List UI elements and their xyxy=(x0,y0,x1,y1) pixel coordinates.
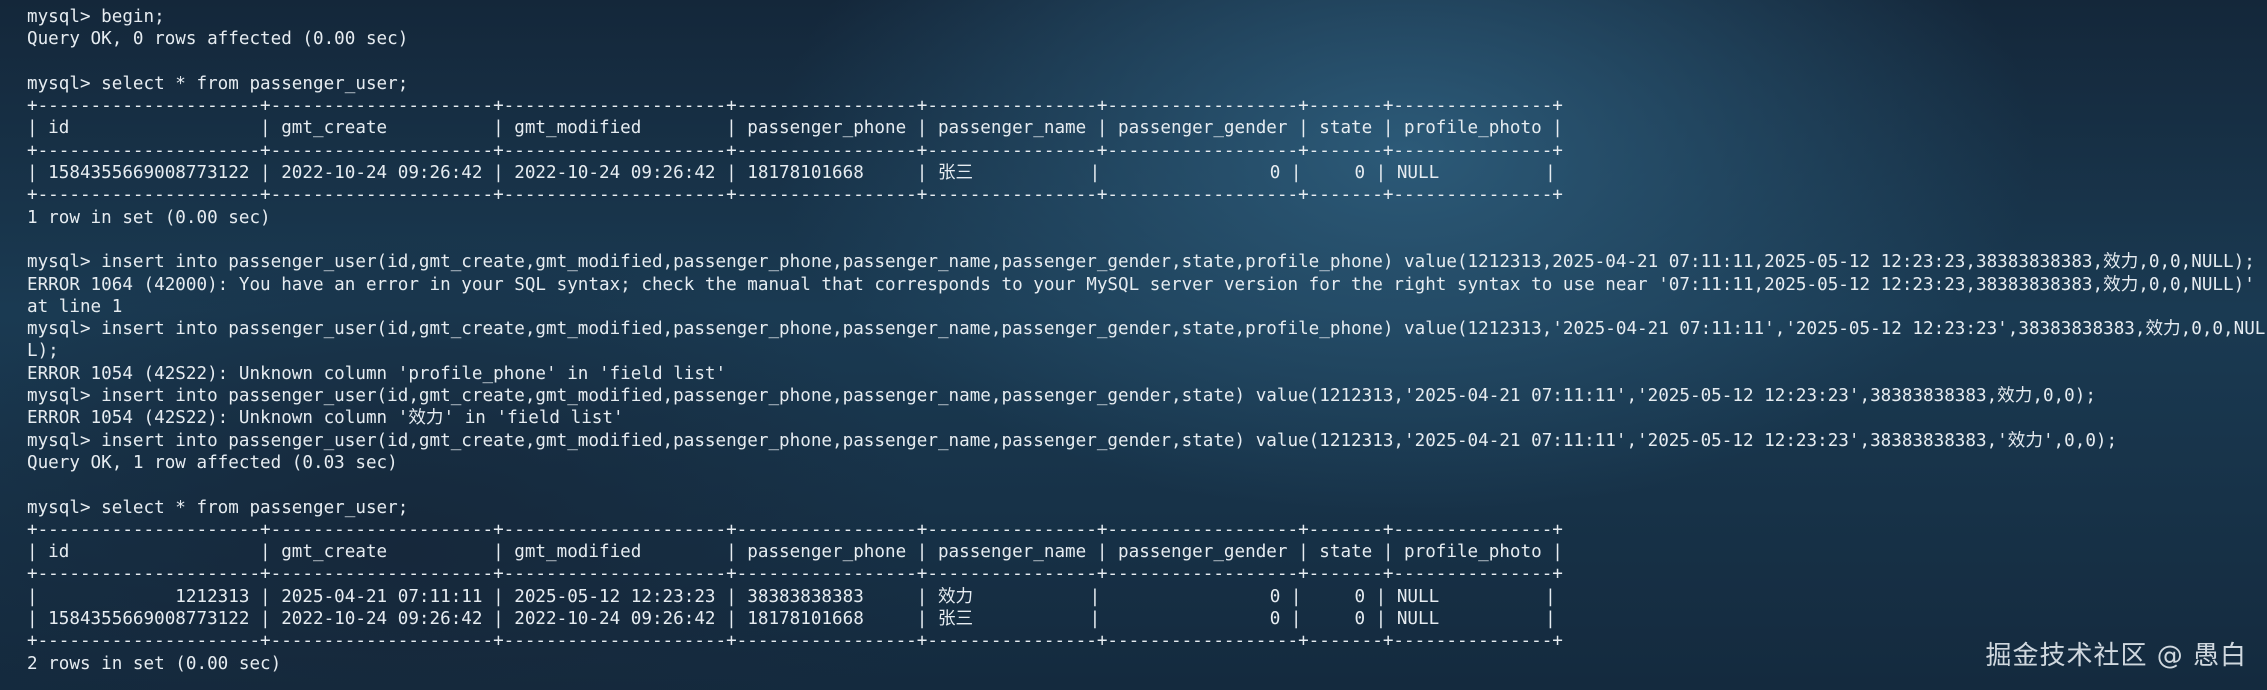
terminal-line: 2 rows in set (0.00 sec) xyxy=(27,653,282,674)
error-line: ERROR 1064 (42000): You have an error in… xyxy=(27,274,2255,295)
terminal-output[interactable]: mysql> begin; Query OK, 0 rows affected … xyxy=(0,0,2267,690)
watermark-text: 掘金技术社区 @ 愚白 xyxy=(1985,641,2247,671)
terminal-line: mysql> insert into passenger_user(id,gmt… xyxy=(27,430,2118,451)
error-line: ERROR 1054 (42S22): Unknown column 'prof… xyxy=(27,363,727,384)
table-row: | 1584355669008773122 | 2022-10-24 09:26… xyxy=(27,609,1556,630)
error-line: ERROR 1054 (42S22): Unknown column '效力' … xyxy=(27,408,624,429)
table-border: +---------------------+-----------------… xyxy=(27,631,1563,652)
table-border: +---------------------+-----------------… xyxy=(27,564,1563,585)
table-header-row: | id | gmt_create | gmt_modified | passe… xyxy=(27,118,1563,139)
terminal-line: 1 row in set (0.00 sec) xyxy=(27,207,271,228)
terminal-line: mysql> select * from passenger_user; xyxy=(27,73,409,94)
terminal-line: mysql> select * from passenger_user; xyxy=(27,497,409,518)
terminal-line: mysql> insert into passenger_user(id,gmt… xyxy=(27,319,2266,340)
table-row: | 1584355669008773122 | 2022-10-24 09:26… xyxy=(27,163,1556,184)
terminal-line: Query OK, 0 rows affected (0.00 sec) xyxy=(27,29,409,50)
table-border: +---------------------+-----------------… xyxy=(27,519,1563,540)
terminal-line: Query OK, 1 row affected (0.03 sec) xyxy=(27,452,398,473)
terminal-line: mysql> insert into passenger_user(id,gmt… xyxy=(27,252,2255,273)
terminal-line: L); xyxy=(27,341,59,362)
table-border: +---------------------+-----------------… xyxy=(27,96,1563,117)
error-line: at line 1 xyxy=(27,296,123,317)
terminal-line: mysql> begin; xyxy=(27,7,165,27)
table-border: +---------------------+-----------------… xyxy=(27,140,1563,161)
table-row: | 1212313 | 2025-04-21 07:11:11 | 2025-0… xyxy=(27,586,1556,607)
terminal-line: mysql> insert into passenger_user(id,gmt… xyxy=(27,386,2096,407)
table-header-row: | id | gmt_create | gmt_modified | passe… xyxy=(27,542,1563,563)
table-border: +---------------------+-----------------… xyxy=(27,185,1563,206)
